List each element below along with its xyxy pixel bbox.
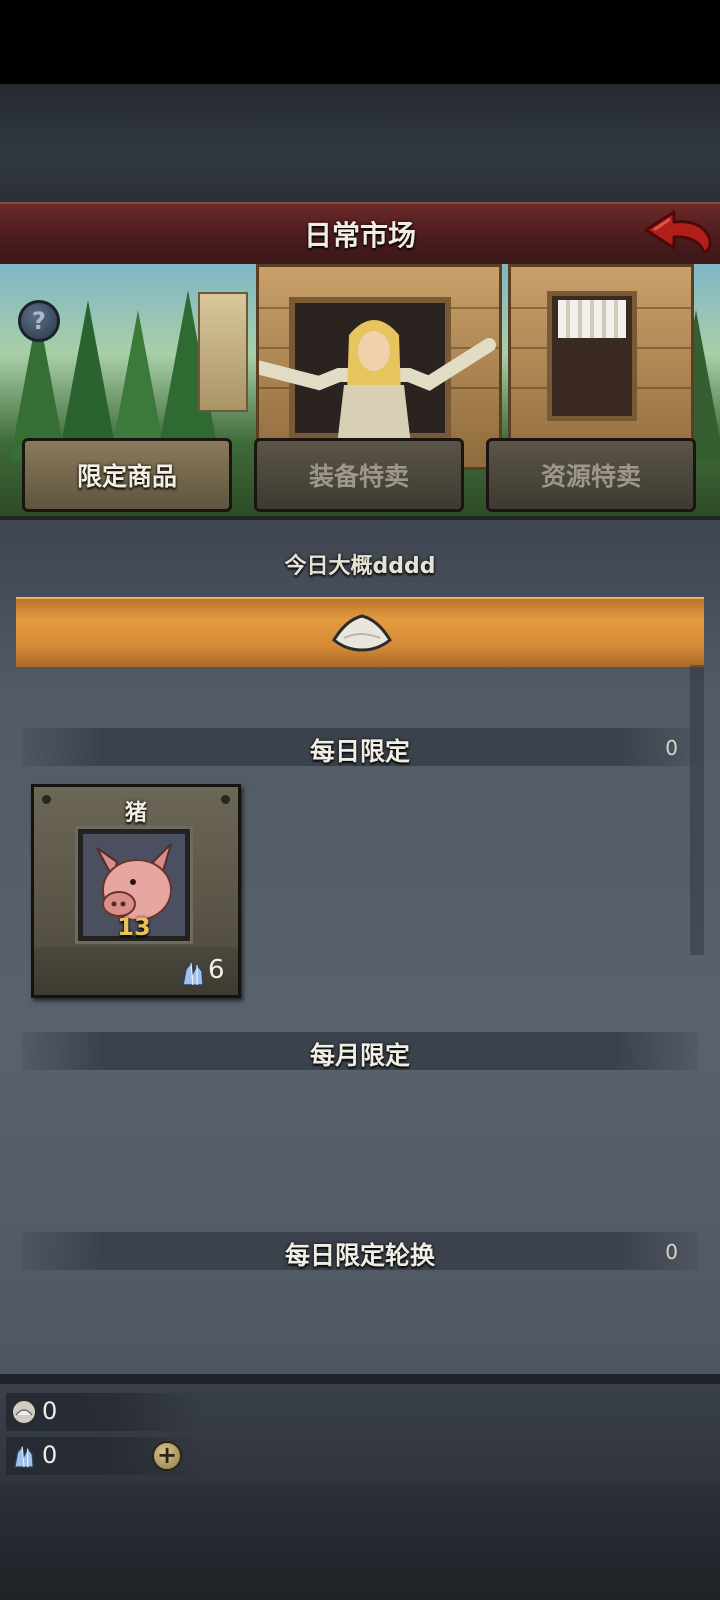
section-count: 0 — [665, 1240, 678, 1264]
hanging-banner — [198, 292, 248, 412]
status-bar — [0, 0, 720, 84]
market-header: 日常市场 — [0, 202, 720, 266]
item-quantity: 13 — [117, 913, 151, 941]
salt-pile-icon — [330, 610, 394, 654]
tab-limited-goods[interactable]: 限定商品 — [22, 438, 232, 512]
back-arrow-icon — [644, 210, 712, 254]
section-monthly-limited: 每月限定 — [22, 1032, 698, 1070]
salt-amount: 0 — [42, 1397, 58, 1425]
section-daily-limited: 每日限定 0 — [22, 728, 698, 766]
tab-resource-sale[interactable]: 资源特卖 — [486, 438, 696, 512]
pine-tree — [60, 300, 116, 450]
item-name: 猪 — [124, 801, 147, 826]
bottom-edge — [0, 1374, 720, 1384]
scrollbar[interactable] — [690, 665, 704, 955]
currency-salt: 0 — [6, 1393, 206, 1431]
top-stone-background — [0, 84, 720, 202]
crystal-icon — [13, 1445, 34, 1468]
shop-item-card[interactable]: 猪 13 6 — [31, 784, 241, 998]
page-title: 日常市场 — [303, 219, 416, 252]
back-button[interactable] — [640, 206, 716, 258]
tab-label: 装备特卖 — [308, 462, 409, 491]
section-daily-rotation: 每日限定轮换 0 — [22, 1232, 698, 1270]
tab-label: 资源特卖 — [540, 462, 641, 491]
tab-label: 限定商品 — [76, 462, 177, 491]
section-title: 每日限定 — [309, 737, 410, 766]
tab-equipment-sale[interactable]: 装备特卖 — [254, 438, 464, 512]
crystal-icon — [180, 959, 206, 987]
salt-coin-icon — [11, 1399, 37, 1425]
section-count: 0 — [665, 736, 678, 760]
wagon-door — [547, 291, 637, 421]
section-title: 每月限定 — [309, 1041, 410, 1070]
plus-icon: + — [156, 1441, 178, 1469]
merchant-character — [259, 320, 496, 445]
daily-notice: 今日大概dddd — [284, 554, 436, 579]
item-price: 6 — [208, 955, 225, 985]
footer-stone-background — [0, 1484, 720, 1600]
help-button[interactable]: ? — [18, 300, 60, 342]
crystal-amount: 0 — [42, 1441, 58, 1469]
section-title: 每日限定轮换 — [284, 1241, 435, 1270]
add-crystal-button[interactable]: + — [152, 1441, 182, 1471]
help-icon: ? — [32, 307, 46, 335]
